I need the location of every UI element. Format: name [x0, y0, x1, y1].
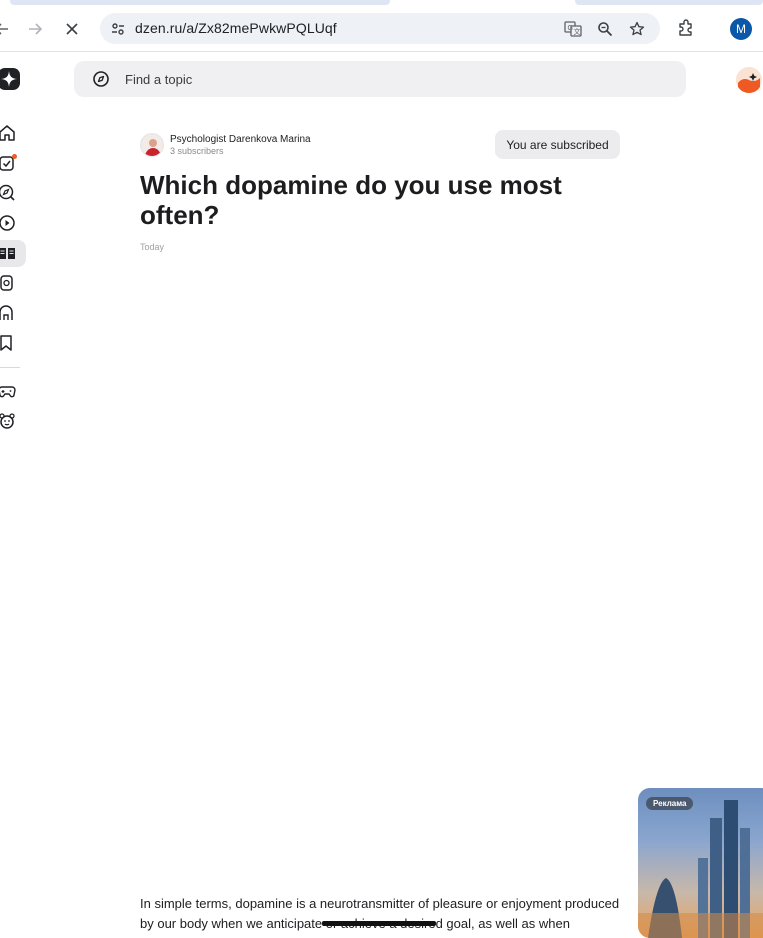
articles-icon	[0, 248, 15, 259]
close-icon	[66, 23, 78, 35]
svg-text:文: 文	[574, 27, 581, 36]
ad-label: Реклама	[646, 797, 694, 810]
sidebar-item-stores[interactable]	[0, 304, 18, 324]
sidebar-item-explore[interactable]	[0, 184, 18, 204]
loading-bar	[322, 921, 436, 926]
ad-banner[interactable]: Реклама	[638, 788, 763, 938]
author-photo	[141, 134, 163, 156]
sidebar-item-video[interactable]	[0, 214, 18, 234]
sidebar-item-articles[interactable]	[0, 244, 18, 264]
zoom-icon[interactable]	[595, 19, 615, 39]
translate-icon[interactable]: G文	[563, 19, 583, 39]
stores-icon	[0, 305, 13, 320]
notification-dot	[12, 154, 17, 159]
dzen-star-icon	[1, 71, 17, 87]
topic-search[interactable]: Find a topic	[74, 61, 686, 97]
url-text[interactable]: dzen.ru/a/Zx82mePwkwPQLUqf	[135, 20, 337, 36]
home-icon	[0, 125, 15, 141]
body-line: In simple terms, dopamine is a neurotran…	[140, 896, 620, 911]
bookmark-icon	[0, 335, 12, 351]
author-avatar[interactable]	[140, 133, 164, 157]
bookmark-star-icon[interactable]	[627, 19, 647, 39]
sidebar-item-home[interactable]	[0, 124, 18, 144]
browser-toolbar: dzen.ru/a/Zx82mePwkwPQLUqf G文 M	[0, 6, 763, 52]
publish-date: Today	[140, 242, 165, 252]
sidebar-item-bookmarks[interactable]	[0, 334, 18, 354]
ad-cityscape-image	[638, 800, 763, 938]
address-bar[interactable]: dzen.ru/a/Zx82mePwkwPQLUqf G文	[100, 13, 660, 44]
author-subscribers: 3 subscribers	[170, 146, 224, 156]
avatar-image	[736, 67, 762, 93]
forward-arrow-icon	[29, 23, 43, 35]
page-title: Which dopamine do you use most often?	[140, 170, 562, 230]
sidebar-item-games[interactable]	[0, 382, 18, 402]
author-name[interactable]: Psychologist Darenkova Marina	[170, 134, 311, 145]
site-info-icon[interactable]	[108, 19, 128, 39]
article-body: In simple terms, dopamine is a neurotran…	[140, 894, 620, 934]
tab-inactive[interactable]	[575, 0, 763, 5]
subscribe-button[interactable]: You are subscribed	[495, 130, 620, 159]
compass-search-icon	[93, 71, 109, 87]
shorts-icon	[0, 275, 13, 291]
forward-button[interactable]	[21, 15, 49, 43]
explore-icon	[0, 184, 15, 201]
tab-active[interactable]	[10, 0, 390, 5]
search-placeholder: Find a topic	[125, 72, 193, 87]
video-icon	[0, 215, 15, 231]
kids-icon	[0, 413, 15, 429]
user-avatar[interactable]	[736, 67, 762, 93]
sidebar-item-kids[interactable]	[0, 412, 18, 432]
extensions-icon[interactable]	[676, 18, 698, 40]
stop-button[interactable]	[58, 15, 86, 43]
sidebar-divider	[0, 367, 20, 368]
back-button[interactable]	[0, 15, 16, 43]
dzen-logo[interactable]	[0, 68, 20, 90]
svg-text:G: G	[568, 25, 573, 32]
profile-avatar[interactable]: M	[730, 18, 752, 40]
sidebar-item-shorts[interactable]	[0, 274, 18, 294]
games-icon	[0, 386, 16, 398]
back-arrow-icon	[0, 23, 8, 35]
